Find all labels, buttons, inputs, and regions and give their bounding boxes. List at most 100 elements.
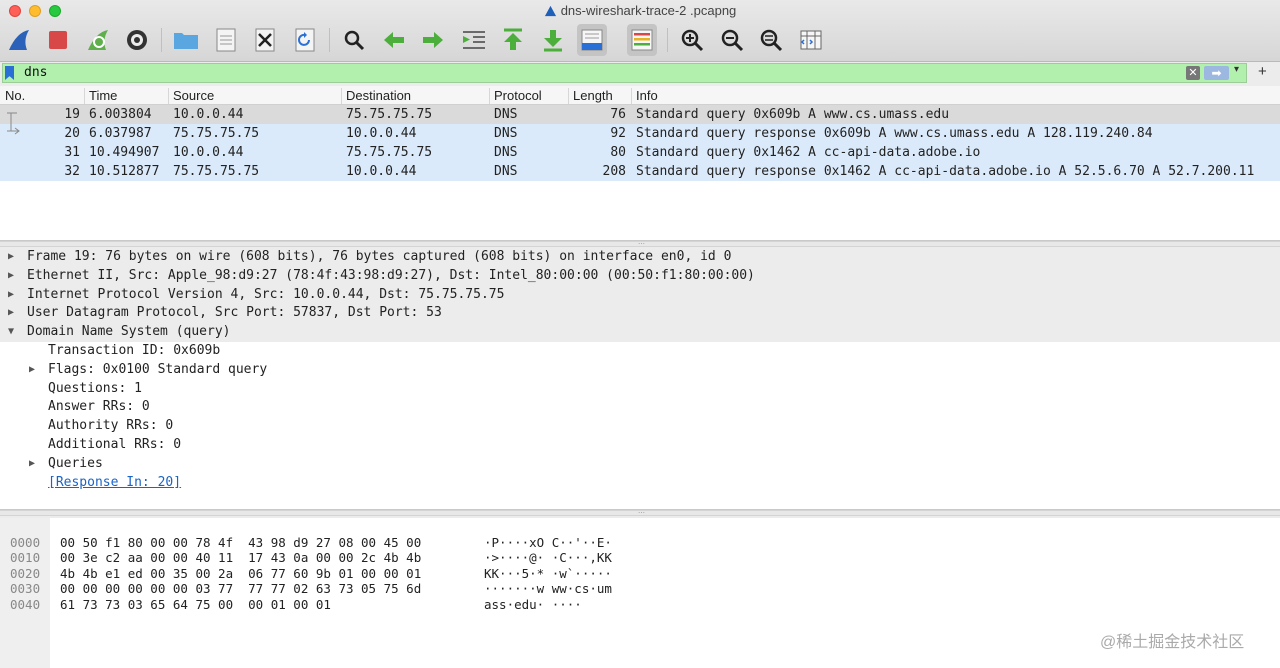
detail-authority-rrs[interactable]: Authority RRs: 0 — [0, 417, 1280, 436]
collapse-arrow-icon[interactable]: ▼ — [8, 323, 14, 342]
packet-row[interactable]: 20 6.037987 75.75.75.75 10.0.0.44 DNS 92… — [0, 124, 1280, 143]
detail-frame[interactable]: ▶ Frame 19: 76 bytes on wire (608 bits),… — [0, 248, 1280, 267]
bytes-row: 0010 00 3e c2 aa 00 00 40 11 17 43 0a 00 … — [10, 550, 612, 566]
packet-time: 10.494907 — [89, 145, 160, 160]
packet-no: 31 — [64, 145, 80, 160]
packet-bytes[interactable]: 0000 00 50 f1 80 00 00 78 4f 43 98 d9 27 … — [0, 518, 1280, 668]
clear-filter-icon[interactable]: ✕ — [1186, 66, 1200, 80]
packet-list[interactable]: No. Time Source Destination Protocol Len… — [0, 86, 1280, 241]
expand-arrow-icon[interactable]: ▶ — [8, 304, 14, 323]
related-packet-icon — [7, 112, 20, 135]
pane-splitter[interactable]: ⋯ — [0, 510, 1280, 517]
display-filter-bar: dns ✕ ➡ ▾ — [0, 62, 1280, 85]
packet-info: Standard query 0x609b A www.cs.umass.edu — [636, 107, 950, 122]
detail-ip[interactable]: ▶ Internet Protocol Version 4, Src: 10.0… — [0, 285, 1280, 305]
expand-arrow-icon[interactable]: ▶ — [29, 455, 35, 474]
save-file-icon[interactable] — [211, 24, 241, 56]
open-file-icon[interactable] — [171, 24, 201, 56]
column-header-length[interactable]: Length — [568, 88, 613, 104]
packet-row[interactable]: 31 10.494907 10.0.0.44 75.75.75.75 DNS 8… — [0, 143, 1280, 162]
packet-info: Standard query response 0x1462 A cc-api-… — [636, 164, 1255, 179]
stop-capture-icon[interactable] — [43, 24, 73, 56]
packet-time: 6.037987 — [89, 126, 152, 141]
colorize-icon[interactable] — [627, 24, 657, 56]
find-packet-icon[interactable] — [339, 24, 369, 56]
bytes-row: 0020 4b 4b e1 ed 00 35 00 2a 06 77 60 9b … — [10, 565, 612, 581]
packet-row[interactable]: 19 6.003804 10.0.0.44 75.75.75.75 DNS 76… — [0, 105, 1280, 124]
packet-source: 10.0.0.44 — [173, 107, 244, 122]
detail-udp[interactable]: ▶ User Datagram Protocol, Src Port: 5783… — [0, 304, 1280, 324]
response-in-link[interactable]: [Response In: 20] — [48, 474, 181, 493]
packet-destination: 75.75.75.75 — [346, 107, 433, 122]
column-header-no[interactable]: No. — [1, 88, 25, 104]
packet-destination: 75.75.75.75 — [346, 145, 433, 160]
detail-response-in[interactable]: [Response In: 20] — [0, 474, 1280, 493]
go-to-packet-icon[interactable] — [459, 24, 489, 56]
packet-details[interactable]: ▶ Frame 19: 76 bytes on wire (608 bits),… — [0, 248, 1280, 510]
packet-list-header: No. Time Source Destination Protocol Len… — [0, 86, 1280, 105]
bytes-row: 0030 00 00 00 00 00 00 03 77 77 77 02 63 … — [10, 581, 612, 597]
go-back-icon[interactable] — [379, 24, 409, 56]
detail-questions[interactable]: Questions: 1 — [0, 380, 1280, 399]
expand-arrow-icon[interactable]: ▶ — [8, 248, 14, 267]
packet-no: 32 — [64, 164, 80, 179]
resize-columns-icon[interactable] — [796, 24, 826, 56]
autoscroll-icon[interactable] — [577, 24, 607, 56]
filter-dropdown-icon[interactable]: ▾ — [1234, 64, 1239, 75]
column-header-time[interactable]: Time — [84, 88, 117, 104]
expand-arrow-icon[interactable]: ▶ — [8, 286, 14, 305]
apply-filter-icon[interactable]: ➡ — [1204, 66, 1229, 80]
detail-flags[interactable]: ▶ Flags: 0x0100 Standard query — [0, 361, 1280, 380]
close-file-icon[interactable] — [250, 24, 280, 56]
detail-answer-rrs[interactable]: Answer RRs: 0 — [0, 398, 1280, 417]
wireshark-fin-icon — [544, 5, 556, 17]
column-header-info[interactable]: Info — [631, 88, 658, 104]
detail-queries[interactable]: ▶ Queries — [0, 455, 1280, 474]
bytes-row: 0040 61 73 73 03 65 64 75 00 00 01 00 01 a… — [10, 596, 582, 612]
capture-options-icon[interactable] — [122, 24, 152, 56]
restart-capture-icon[interactable] — [83, 24, 113, 56]
packet-info: Standard query response 0x609b A www.cs.… — [636, 126, 1153, 141]
detail-transaction-id[interactable]: Transaction ID: 0x609b — [0, 342, 1280, 361]
column-header-protocol[interactable]: Protocol — [489, 88, 542, 104]
packet-time: 6.003804 — [89, 107, 152, 122]
normal-size-icon[interactable] — [756, 24, 786, 56]
window-title: dns-wireshark-trace-2 .pcapng — [0, 3, 1280, 18]
go-forward-icon[interactable] — [418, 24, 448, 56]
expand-arrow-icon[interactable]: ▶ — [29, 361, 35, 380]
filter-text: dns — [24, 65, 48, 80]
go-last-packet-icon[interactable] — [538, 24, 568, 56]
bytes-row: 0000 00 50 f1 80 00 00 78 4f 43 98 d9 27 … — [10, 534, 612, 550]
packet-length: 208 — [602, 164, 626, 179]
title-toolbar: dns-wireshark-trace-2 .pcapng — [0, 0, 1280, 62]
expand-arrow-icon[interactable]: ▶ — [8, 267, 14, 286]
packet-protocol: DNS — [494, 164, 518, 179]
packet-time: 10.512877 — [89, 164, 160, 179]
watermark: @稀土掘金技术社区 — [1100, 634, 1245, 651]
packet-source: 75.75.75.75 — [173, 126, 260, 141]
add-filter-button-icon[interactable]: + — [1258, 63, 1267, 80]
display-filter-input[interactable]: dns — [2, 63, 1247, 83]
packet-protocol: DNS — [494, 126, 518, 141]
detail-additional-rrs[interactable]: Additional RRs: 0 — [0, 436, 1280, 455]
column-header-destination[interactable]: Destination — [341, 88, 411, 104]
pane-splitter[interactable]: ⋯ — [0, 241, 1280, 248]
packet-info: Standard query 0x1462 A cc-api-data.adob… — [636, 145, 981, 160]
packet-length: 92 — [610, 126, 626, 141]
zoom-out-icon[interactable] — [717, 24, 747, 56]
packet-protocol: DNS — [494, 107, 518, 122]
detail-dns[interactable]: ▼ Domain Name System (query) — [0, 323, 1280, 342]
zoom-in-icon[interactable] — [677, 24, 707, 56]
packet-source: 75.75.75.75 — [173, 164, 260, 179]
start-capture-icon[interactable] — [4, 24, 34, 56]
detail-ethernet[interactable]: ▶ Ethernet II, Src: Apple_98:d9:27 (78:4… — [0, 266, 1280, 286]
column-header-source[interactable]: Source — [168, 88, 214, 104]
go-first-packet-icon[interactable] — [498, 24, 528, 56]
packet-row[interactable]: 32 10.512877 75.75.75.75 10.0.0.44 DNS 2… — [0, 162, 1280, 181]
reload-file-icon[interactable] — [290, 24, 320, 56]
packet-protocol: DNS — [494, 145, 518, 160]
packet-source: 10.0.0.44 — [173, 145, 244, 160]
packet-length: 76 — [610, 107, 626, 122]
packet-destination: 10.0.0.44 — [346, 164, 417, 179]
packet-length: 80 — [610, 145, 626, 160]
